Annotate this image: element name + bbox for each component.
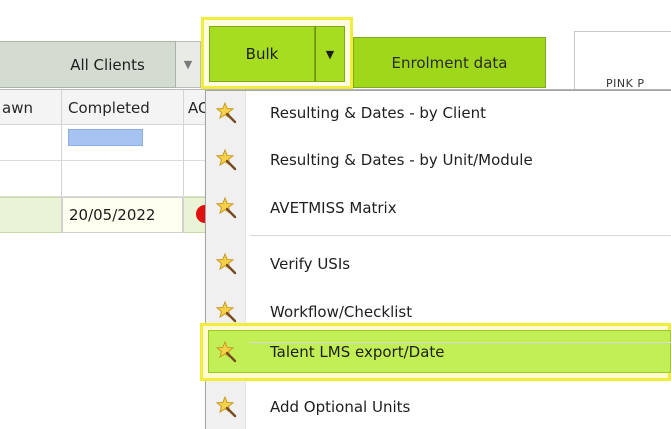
menu-item-resulting-by-client[interactable]: Resulting & Dates - by Client [206, 93, 671, 133]
column-header-drawn[interactable]: awn [0, 90, 60, 125]
wand-icon [206, 188, 246, 228]
menu-item-label: Talent LMS export/Date [270, 343, 445, 361]
column-divider [183, 90, 184, 233]
chevron-down-icon: ▼ [325, 47, 335, 61]
all-clients-label: All Clients [70, 55, 145, 74]
wand-icon [206, 387, 246, 427]
bulk-dropdown-button[interactable]: ▼ [315, 26, 345, 82]
wand-icon [206, 93, 246, 133]
completed-date-value: 20/05/2022 [69, 206, 156, 224]
wand-icon [206, 292, 246, 332]
wand-icon [206, 332, 246, 372]
menu-item-label: Add Optional Units [270, 398, 411, 416]
menu-item-label: Verify USIs [270, 255, 351, 273]
chevron-down-icon: ▼ [183, 58, 193, 71]
completed-date-cell[interactable]: 20/05/2022 [62, 197, 183, 233]
enrolment-data-button[interactable]: Enrolment data [353, 37, 546, 88]
all-clients-dropdown-button[interactable]: ▼ [176, 41, 201, 88]
menu-item-add-optional-units[interactable]: Add Optional Units [206, 387, 671, 427]
selected-cell[interactable] [68, 129, 143, 146]
column-header-completed[interactable]: Completed [62, 90, 183, 125]
menu-item-talent-lms-export[interactable]: Talent LMS export/Date [206, 332, 671, 372]
menu-item-workflow-checklist[interactable]: Workflow/Checklist [206, 292, 671, 332]
menu-item-label: AVETMISS Matrix [270, 199, 397, 217]
menu-item-label: Resulting & Dates - by Client [270, 104, 486, 122]
tab-label[interactable]: PINK P [606, 77, 644, 90]
bulk-label: Bulk [245, 45, 279, 63]
menu-item-verify-usis[interactable]: Verify USIs [206, 244, 671, 284]
menu-item-avetmiss-matrix[interactable]: AVETMISS Matrix [206, 188, 671, 228]
wand-icon [206, 244, 246, 284]
menu-item-resulting-by-unit[interactable]: Resulting & Dates - by Unit/Module [206, 140, 671, 180]
all-clients-button[interactable]: All Clients [0, 41, 176, 88]
bulk-button[interactable]: Bulk [209, 26, 315, 82]
menu-item-label: Workflow/Checklist [270, 303, 413, 321]
wand-icon [206, 140, 246, 180]
menu-separator [250, 235, 671, 236]
enrolment-data-label: Enrolment data [391, 53, 508, 72]
menu-item-label: Resulting & Dates - by Unit/Module [270, 151, 533, 169]
table-row[interactable] [0, 161, 210, 197]
